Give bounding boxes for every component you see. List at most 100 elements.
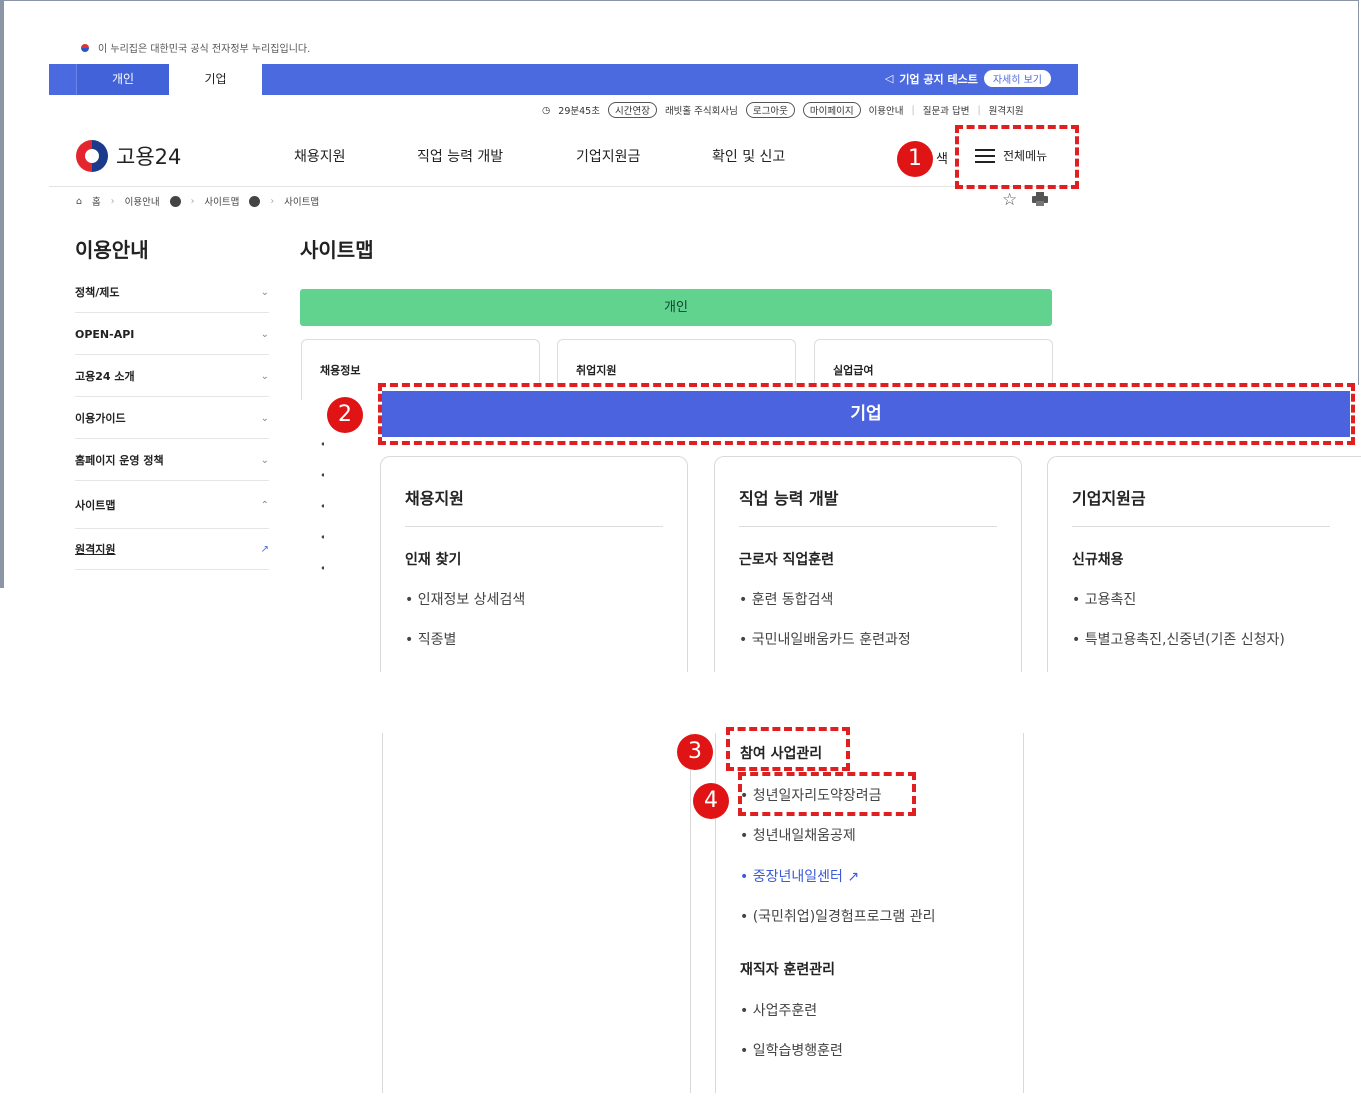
gnb-report[interactable]: 확인 및 신고: [712, 146, 785, 166]
column-title[interactable]: 채용지원: [405, 485, 464, 509]
step-badge-3: 3: [677, 734, 713, 770]
sidebar-item-label: 고용24 소개: [75, 370, 135, 383]
column-recruit: 채용지원 인재 찾기 • 인재정보 상세검색 • 직종별: [380, 456, 688, 672]
column-title[interactable]: 기업지원금: [1072, 485, 1146, 509]
sidebar-item-operation-policy[interactable]: 홈페이지 운영 정책 ⌄: [75, 440, 269, 481]
column-subsidy: 기업지원금 신규채용 • 고용촉진 • 특별고용촉진,신중년(기존 신청자): [1047, 456, 1361, 672]
column-subtitle[interactable]: 인재 찾기: [405, 549, 461, 569]
gnb-recruit[interactable]: 채용지원: [294, 146, 346, 166]
column-title[interactable]: 직업 능력 개발: [739, 485, 838, 509]
chevron-down-icon: ⌄: [260, 286, 269, 298]
printer-icon[interactable]: [1032, 192, 1048, 206]
logo-text: 고용24: [116, 145, 182, 169]
extend-session-button[interactable]: 시간연장: [607, 102, 657, 118]
dropdown-icon[interactable]: [249, 195, 261, 207]
sidebar-item-label: 사이트맵: [75, 499, 116, 512]
chevron-down-icon: ⌄: [260, 454, 269, 466]
personal-card-title[interactable]: 채용정보: [320, 362, 360, 378]
notice-label[interactable]: 기업 공지 테스트: [899, 71, 978, 87]
group-title-training[interactable]: 재직자 훈련관리: [740, 959, 835, 979]
list-item[interactable]: • 훈련 동합검색: [739, 589, 833, 609]
breadcrumb-current: 사이트맵: [284, 197, 320, 208]
chevron-down-icon: ⌄: [260, 412, 269, 424]
list-item[interactable]: • 직종별: [405, 629, 456, 649]
util-link-guide[interactable]: 이용안내: [869, 103, 904, 117]
column-subtitle[interactable]: 근로자 직업훈련: [739, 549, 834, 569]
list-item[interactable]: • (국민취업)일경험프로그램 관리: [740, 906, 936, 926]
header-divider: [49, 186, 1078, 187]
notice-area: ◁ 기업 공지 테스트 자세히 보기: [885, 70, 1051, 87]
gnb-subsidy[interactable]: 기업지원금: [576, 146, 640, 166]
gov-banner: 이 누리집은 대한민국 공식 전자정부 누리집입니다.: [78, 40, 310, 55]
chevron-up-icon: ⌃: [260, 499, 269, 511]
list-item[interactable]: • 고용촉진: [1072, 589, 1136, 609]
list-item[interactable]: • 사업주훈련: [740, 1000, 817, 1020]
external-link-icon: ↗: [847, 869, 860, 885]
session-timer: 29분45초: [558, 106, 600, 117]
sidebar-item-sitemap[interactable]: 사이트맵 ⌃: [75, 482, 269, 529]
column-subtitle[interactable]: 신규채용: [1072, 549, 1124, 569]
personal-section-bar: 개인: [300, 289, 1052, 326]
highlight-all-menu: [955, 125, 1079, 189]
sidebar-title: 이용안내: [75, 238, 149, 262]
megaphone-icon: ◁: [884, 72, 894, 85]
breadcrumb-guide[interactable]: 이용안내: [125, 194, 160, 208]
personal-card-title[interactable]: 취업지원: [576, 362, 616, 378]
step-badge-4: 4: [693, 783, 729, 819]
sidebar-item-label: OPEN-API: [75, 327, 135, 341]
list-item[interactable]: • 일학습병행훈련: [740, 1040, 843, 1060]
blank-area: [0, 588, 324, 1117]
util-link-qna[interactable]: 질문과 답변: [923, 103, 970, 117]
star-icon[interactable]: ☆: [1002, 190, 1017, 210]
breadcrumb-home[interactable]: 홈: [92, 194, 101, 208]
list-item[interactable]: • 인재정보 상세검색: [405, 589, 525, 609]
breadcrumb: ⌂ 홈 › 이용안내 › 사이트맵 › 사이트맵: [76, 194, 319, 208]
search-text-fragment[interactable]: 색: [936, 148, 948, 167]
chevron-right-icon: ›: [110, 195, 115, 207]
highlight-participation: [726, 727, 850, 771]
clock-icon: ◷: [542, 104, 551, 116]
list-item[interactable]: • 국민내일배움카드 훈련과정: [739, 629, 911, 649]
gnb-training[interactable]: 직업 능력 개발: [417, 146, 503, 166]
sidebar-item-label: 이용가이드: [75, 412, 126, 425]
sidebar-item-policy[interactable]: 정책/제도 ⌄: [75, 272, 269, 313]
highlight-company-bar: [378, 383, 1355, 445]
list-item[interactable]: • 특별고용촉진,신중년(기존 신청자): [1072, 629, 1285, 649]
korea-flag-icon: [78, 43, 92, 53]
taegeuk-logo-icon: [76, 140, 108, 172]
breadcrumb-sitemap[interactable]: 사이트맵: [204, 194, 239, 208]
sidebar-item-about[interactable]: 고용24 소개 ⌄: [75, 356, 269, 397]
sidebar-item-label: 원격지원: [75, 543, 116, 556]
mypage-button[interactable]: 마이페이지: [802, 102, 861, 118]
home-icon[interactable]: ⌂: [76, 196, 82, 207]
dropdown-icon[interactable]: [169, 195, 181, 207]
personal-card-title[interactable]: 실업급여: [833, 362, 873, 378]
notice-detail-button[interactable]: 자세히 보기: [983, 70, 1051, 87]
site-logo[interactable]: 고용24: [76, 140, 181, 172]
util-link-remote[interactable]: 원격지원: [989, 103, 1024, 117]
step-badge-2: 2: [327, 397, 363, 433]
sidebar-item-label: 홈페이지 운영 정책: [75, 454, 164, 467]
column-training: 직업 능력 개발 근로자 직업훈련 • 훈련 동합검색 • 국민내일배움카드 훈…: [714, 456, 1022, 672]
highlight-youth-incentive: [738, 772, 916, 816]
sidebar-item-howto[interactable]: 이용가이드 ⌄: [75, 398, 269, 439]
chevron-right-icon: ›: [190, 195, 195, 207]
page-title: 사이트맵: [300, 238, 374, 262]
logout-button[interactable]: 로그아웃: [745, 102, 795, 118]
sidebar-item-label: 정책/제도: [75, 286, 120, 299]
chevron-right-icon: ›: [270, 195, 275, 207]
tab-company[interactable]: 기업: [169, 64, 262, 95]
user-type-bar: 개인 기업 ◁ 기업 공지 테스트 자세히 보기: [49, 64, 1078, 95]
list-item[interactable]: • 청년내일채움공제: [740, 825, 856, 845]
user-name: 래빗홀 주식회사님: [664, 106, 738, 117]
sidebar-item-openapi[interactable]: OPEN-API ⌄: [75, 314, 269, 355]
chevron-down-icon: ⌄: [260, 370, 269, 382]
sidebar-item-remote[interactable]: 원격지원 ↗: [75, 529, 269, 570]
tab-personal[interactable]: 개인: [76, 64, 169, 95]
external-link-icon: ↗: [260, 543, 269, 555]
utility-row: ◷ 29분45초 시간연장 래빗홀 주식회사님 로그아웃 마이페이지 이용안내 …: [542, 102, 1024, 118]
gov-banner-text: 이 누리집은 대한민국 공식 전자정부 누리집입니다.: [98, 44, 311, 55]
list-item-link[interactable]: • 중장년내일센터 ↗: [740, 866, 859, 886]
chevron-down-icon: ⌄: [260, 328, 269, 340]
step-badge-1: 1: [897, 141, 933, 177]
